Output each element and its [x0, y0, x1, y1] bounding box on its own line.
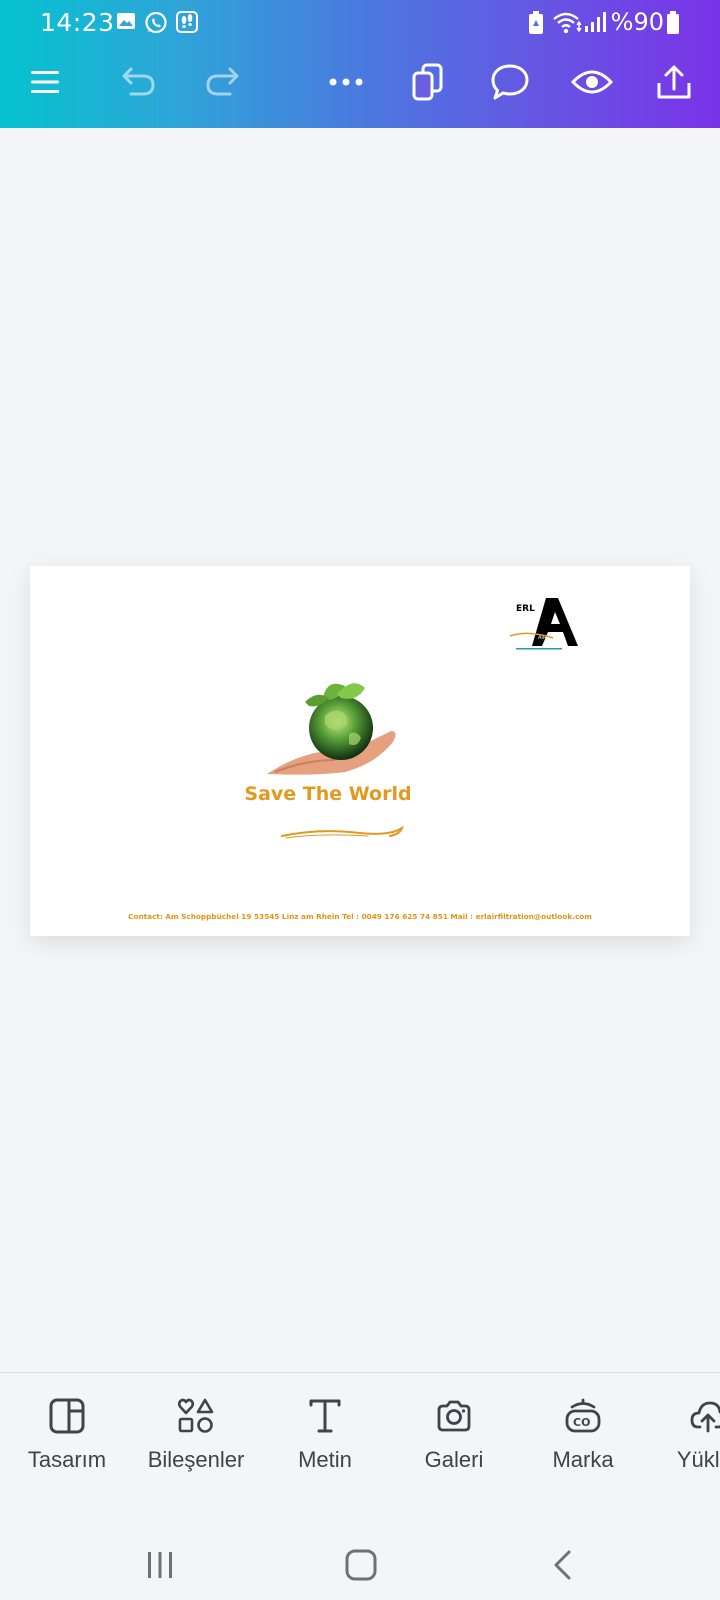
bottom-toolbar: Tasarım Bileşenler Metin Galeri CO Marka…: [0, 1373, 720, 1530]
design-title[interactable]: Save The World: [30, 783, 626, 805]
camera-icon: [437, 1400, 471, 1432]
tool-text[interactable]: Metin: [255, 1397, 395, 1507]
tool-uploads[interactable]: Yükler: [638, 1397, 720, 1507]
app-header: 14:23 %90: [0, 0, 720, 128]
menu-icon[interactable]: [17, 52, 73, 112]
tool-design-label: Tasarım: [27, 1447, 107, 1472]
editor-toolbar: [0, 52, 720, 116]
status-time: 14:23: [40, 8, 115, 37]
gallery-icon: [116, 11, 136, 35]
contact-line[interactable]: Contact: Am Schoppbüchel 19 53545 Linz a…: [30, 912, 690, 921]
signal-icon: [584, 11, 606, 37]
tool-gallery-label: Galeri: [424, 1447, 484, 1472]
battery-icon: [666, 11, 680, 39]
tool-elements-label: Bileşenler: [147, 1447, 245, 1472]
decorative-swash: [280, 822, 405, 842]
elements-icon: [177, 1398, 214, 1433]
tool-gallery[interactable]: Galeri: [384, 1397, 524, 1507]
battery-percent: %90: [610, 8, 664, 36]
tool-brand[interactable]: CO Marka: [513, 1397, 653, 1507]
recents-icon[interactable]: [130, 1540, 190, 1590]
tool-text-label: Metin: [298, 1447, 352, 1472]
svg-text:CO: CO: [573, 1416, 590, 1429]
tool-brand-label: Marka: [552, 1447, 614, 1472]
text-icon: [309, 1399, 341, 1433]
upload-icon: [690, 1401, 720, 1433]
battery-saver-icon: [528, 11, 544, 39]
redo-icon[interactable]: [196, 52, 252, 112]
more-icon[interactable]: [318, 52, 374, 112]
share-icon[interactable]: [646, 52, 702, 112]
globe-in-hand-image[interactable]: [265, 676, 405, 776]
home-icon[interactable]: [331, 1540, 391, 1590]
comment-icon[interactable]: [482, 52, 538, 112]
status-bar: 14:23 %90: [0, 0, 720, 46]
brand-icon: CO: [565, 1398, 601, 1433]
tool-uploads-label: Yükler: [676, 1447, 720, 1472]
footsteps-icon: [176, 11, 198, 37]
design-page[interactable]: ERL AIR FILTER Save The World Contact: A…: [30, 566, 690, 936]
wifi-icon: [552, 11, 584, 39]
tool-elements[interactable]: Bileşenler: [126, 1397, 266, 1507]
pages-icon[interactable]: [400, 52, 456, 112]
logo-text: ERL: [516, 604, 535, 614]
company-logo[interactable]: ERL AIR FILTER: [508, 596, 588, 654]
undo-icon[interactable]: [109, 52, 165, 112]
system-nav-bar: [0, 1530, 720, 1600]
preview-icon[interactable]: [564, 52, 620, 112]
tool-design[interactable]: Tasarım: [0, 1397, 137, 1507]
back-icon[interactable]: [533, 1540, 593, 1590]
whatsapp-icon: [144, 11, 168, 39]
design-icon: [49, 1398, 85, 1434]
